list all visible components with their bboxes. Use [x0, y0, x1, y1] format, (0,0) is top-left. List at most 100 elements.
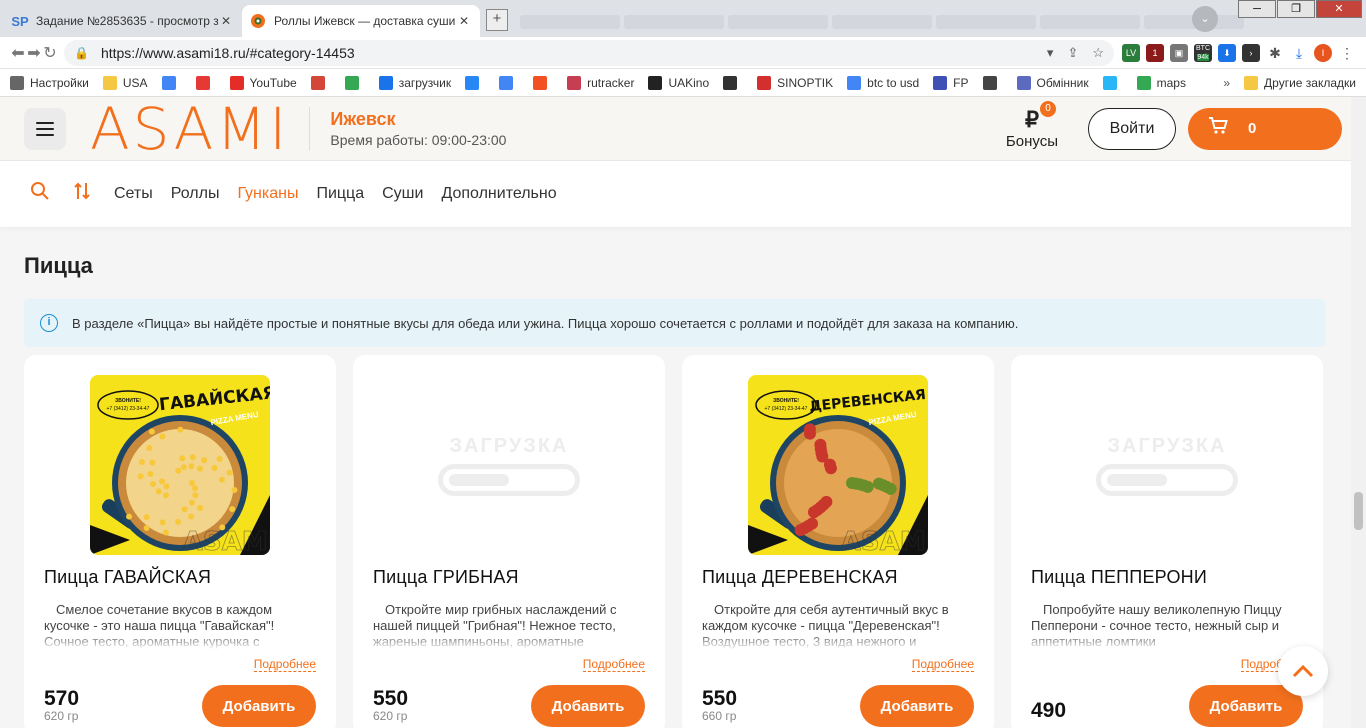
product-card[interactable]: ЗАГРУЗКА Пицца ГРИБНАЯ Откройте мир грибны…	[353, 355, 665, 728]
omnibox[interactable]: 🔒 https://www.asami18.ru/#category-14453…	[64, 39, 1114, 66]
category-tab[interactable]: Суши	[382, 185, 423, 203]
bookmark-item[interactable]	[1102, 75, 1123, 90]
bookmark-item[interactable]: SINOPTIK	[757, 75, 833, 90]
ruble-icon: ₽	[1024, 107, 1039, 132]
add-to-cart-button[interactable]: Добавить	[531, 685, 645, 727]
search-icon[interactable]	[30, 181, 50, 207]
bookmark-item[interactable]	[195, 75, 216, 90]
page-scrollbar[interactable]	[1351, 97, 1366, 728]
bookmark-item[interactable]	[344, 75, 365, 90]
reload-icon[interactable]: ↻	[42, 43, 58, 63]
terminal-extension-icon[interactable]: ›	[1242, 43, 1260, 62]
product-name[interactable]: Пицца ПЕППЕРОНИ	[1031, 567, 1303, 588]
scroll-to-top-button[interactable]	[1278, 646, 1328, 696]
lock-icon[interactable]: 🔒	[74, 46, 89, 60]
login-button[interactable]: Войти	[1088, 107, 1176, 150]
bookmark-item[interactable]	[533, 75, 553, 90]
product-card[interactable]: ЗВОНИТЕ! +7 (3412) 23-34-47 ДЕРЕВЕНСКАЯ …	[682, 355, 994, 728]
url-text[interactable]: https://www.asami18.ru/#category-14453	[101, 45, 1033, 61]
watermark-text: ASAMI	[841, 527, 928, 555]
tab-search-icon[interactable]: ⌄	[1192, 6, 1218, 32]
bookmark-item[interactable]: USA	[102, 75, 148, 90]
details-link[interactable]: Подробнее	[582, 657, 645, 672]
forward-arrow-icon[interactable]: ➡	[26, 43, 42, 63]
bookmark-item[interactable]	[982, 75, 1003, 90]
product-image[interactable]: ЗВОНИТЕ! +7 (3412) 23-34-47 ДЕРЕВЕНСКАЯ …	[748, 375, 928, 555]
product-card[interactable]: ЗАГРУЗКА Пицца ПЕППЕРОНИ Попробуйте нашу в…	[1011, 355, 1323, 728]
product-image[interactable]: ЗВОНИТЕ! +7 (3412) 23-34-47 ГАВАЙСКАЯ PI…	[90, 375, 270, 555]
bookmark-item[interactable]: YouTube	[229, 75, 297, 90]
bookmark-item[interactable]	[465, 75, 485, 90]
share-icon[interactable]: ⇪	[1067, 45, 1078, 61]
details-link[interactable]: Подробнее	[911, 657, 974, 672]
product-name[interactable]: Пицца ГРИБНАЯ	[373, 567, 645, 588]
sort-icon[interactable]	[74, 181, 90, 207]
puzzle-extensions-icon[interactable]: ✱	[1266, 43, 1284, 62]
add-to-cart-button[interactable]: Добавить	[202, 685, 316, 727]
loading-placeholder: ЗАГРУЗКА	[1077, 375, 1257, 555]
details-link[interactable]: Подробнее	[253, 657, 316, 672]
category-tab[interactable]: Гунканы	[237, 185, 298, 203]
bookmark-label: UAKino	[668, 75, 710, 90]
product-name[interactable]: Пицца ДЕРЕВЕНСКАЯ	[702, 567, 974, 588]
browser-tab-active[interactable]: Роллы Ижевск — доставка суши ✕	[242, 5, 480, 37]
cart-button[interactable]: 0	[1188, 107, 1342, 150]
downloads-icon[interactable]: ⤓	[1290, 43, 1308, 62]
restore-icon[interactable]: ❐	[1277, 0, 1315, 18]
youtube-icon	[229, 75, 244, 90]
city-selector[interactable]: Ижевск	[330, 109, 506, 130]
more-bookmarks-icon[interactable]: »	[1223, 76, 1230, 90]
bookmark-item[interactable]	[310, 75, 331, 90]
close-tab-icon[interactable]: ✕	[456, 14, 472, 28]
bookmark-item[interactable]: FP	[933, 75, 969, 90]
category-tab[interactable]: Сеты	[114, 185, 153, 203]
menu-burger-button[interactable]	[24, 107, 66, 150]
star-icon[interactable]: ☆	[1092, 45, 1104, 61]
scrollbar-thumb[interactable]	[1354, 492, 1363, 530]
menu-kebab-icon[interactable]: ⋮	[1338, 43, 1356, 62]
loading-bar	[438, 463, 580, 496]
bookmark-item[interactable]: Настройки	[10, 75, 89, 90]
fp-icon	[933, 75, 948, 90]
btc-extension-icon[interactable]: BTC 94k	[1194, 43, 1212, 62]
download-extension-icon[interactable]: ⬇	[1218, 43, 1236, 62]
bookmark-item[interactable]: rutracker	[567, 75, 634, 90]
product-description: Попробуйте нашу великолепную Пиццу Пеппе…	[1031, 602, 1303, 650]
briefcase-extension-icon[interactable]: ▣	[1170, 43, 1188, 62]
bonus-widget[interactable]: ₽ 0 Бонусы	[1006, 101, 1058, 150]
asami-logo[interactable]: ASAMI	[90, 100, 289, 158]
bookmark-item[interactable]: Обмінник	[1016, 75, 1089, 90]
maps-icon	[1136, 75, 1151, 90]
bookmark-item[interactable]	[723, 75, 743, 90]
dropdown-icon[interactable]: ▾	[1047, 45, 1054, 61]
browser-tab[interactable]: SP Задание №2853635 - просмотр з ✕	[4, 5, 242, 37]
bookmark-item[interactable]	[161, 75, 182, 90]
minimize-icon[interactable]: ─	[1238, 0, 1276, 18]
bookmark-item[interactable]: btc to usd	[847, 75, 919, 90]
add-to-cart-button[interactable]: Добавить	[1189, 685, 1303, 727]
logo-divider	[309, 106, 311, 151]
close-tab-icon[interactable]: ✕	[218, 14, 234, 28]
product-card[interactable]: ЗВОНИТЕ! +7 (3412) 23-34-47 ГАВАЙСКАЯ PI…	[24, 355, 336, 728]
profile-avatar-icon[interactable]: I	[1314, 43, 1332, 62]
product-name[interactable]: Пицца ГАВАЙСКАЯ	[44, 567, 316, 588]
new-tab-button[interactable]: +	[486, 9, 508, 31]
window-close-icon[interactable]: ✕	[1316, 0, 1362, 18]
lv-extension-icon[interactable]: LV	[1122, 43, 1140, 62]
cart-count: 0	[1248, 120, 1257, 137]
add-to-cart-button[interactable]: Добавить	[860, 685, 974, 727]
bookmark-label: USA	[122, 75, 148, 90]
bookmark-item[interactable]: UAKino	[648, 75, 710, 90]
bookmark-item[interactable]: загрузчик	[378, 75, 451, 90]
back-arrow-icon[interactable]: ⬅	[10, 43, 26, 63]
tab-title: Задание №2853635 - просмотр з	[36, 14, 218, 28]
other-bookmarks[interactable]: » Другие закладки	[1223, 75, 1356, 90]
category-tab[interactable]: Пицца	[316, 185, 364, 203]
category-tab[interactable]: Дополнительно	[441, 185, 556, 203]
bookmark-item[interactable]: maps	[1136, 75, 1186, 90]
f-icon	[533, 75, 548, 90]
ublock-extension-icon[interactable]: 1	[1146, 43, 1164, 62]
product-weight: 620 гр	[44, 709, 79, 723]
bookmark-item[interactable]	[499, 75, 519, 90]
category-tab[interactable]: Роллы	[171, 185, 220, 203]
